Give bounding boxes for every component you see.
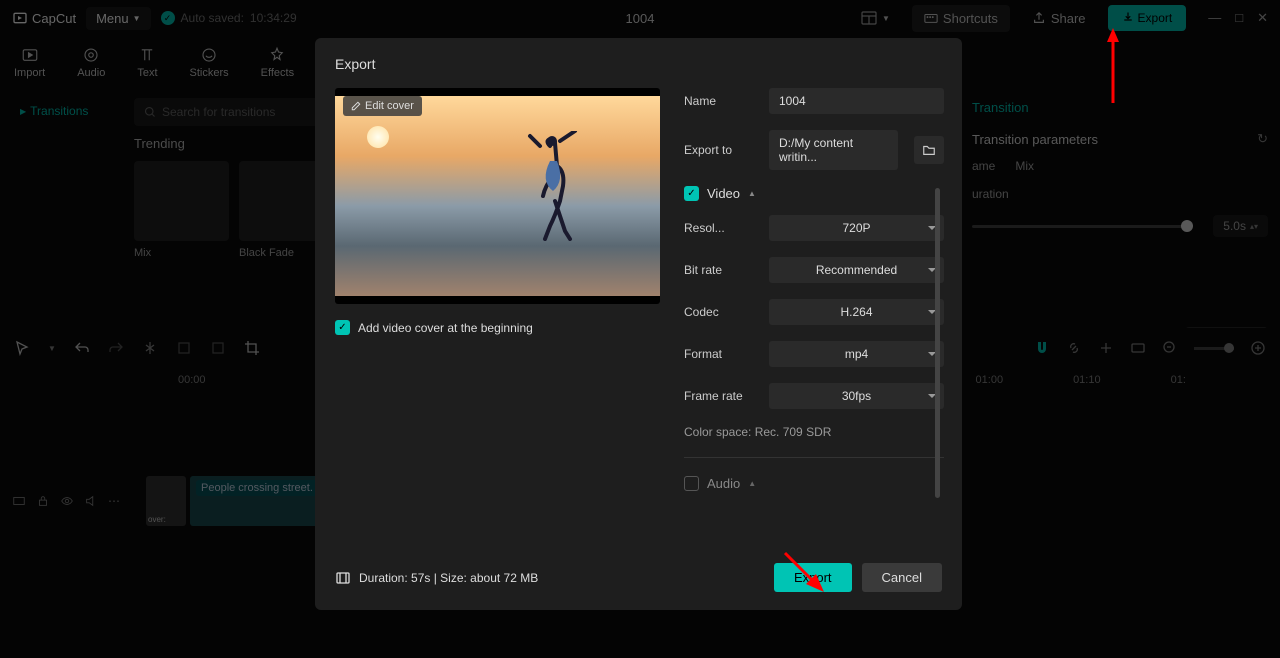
dialog-title: Export: [335, 56, 942, 72]
pencil-icon: [351, 101, 361, 111]
scrollbar[interactable]: [935, 188, 940, 498]
audio-checkbox[interactable]: [684, 476, 699, 491]
export-dialog: Export Edit cover ✓ Add video cover at t…: [315, 38, 962, 610]
export-info: Duration: 57s | Size: about 72 MB: [335, 570, 538, 586]
framerate-label: Frame rate: [684, 389, 759, 403]
add-cover-label: Add video cover at the beginning: [358, 321, 533, 335]
film-icon: [335, 570, 351, 586]
resolution-label: Resol...: [684, 221, 759, 235]
add-cover-checkbox[interactable]: ✓: [335, 320, 350, 335]
framerate-select[interactable]: 30fps: [769, 383, 944, 409]
bitrate-select[interactable]: Recommended: [769, 257, 944, 283]
audio-section-label: Audio: [707, 476, 740, 491]
colorspace-info: Color space: Rec. 709 SDR: [684, 425, 944, 439]
export-to-label: Export to: [684, 143, 759, 157]
codec-select[interactable]: H.264: [769, 299, 944, 325]
name-label: Name: [684, 94, 759, 108]
video-preview: Edit cover: [335, 88, 660, 304]
resolution-select[interactable]: 720P: [769, 215, 944, 241]
edit-cover-button[interactable]: Edit cover: [343, 96, 422, 116]
folder-icon: [922, 143, 936, 157]
cancel-button[interactable]: Cancel: [862, 563, 942, 592]
video-section-label: Video: [707, 186, 740, 201]
codec-label: Codec: [684, 305, 759, 319]
video-checkbox[interactable]: ✓: [684, 186, 699, 201]
format-label: Format: [684, 347, 759, 361]
format-select[interactable]: mp4: [769, 341, 944, 367]
browse-folder-button[interactable]: [914, 136, 944, 164]
export-path: D:/My content writin...: [769, 130, 898, 170]
name-input[interactable]: [769, 88, 944, 114]
bitrate-label: Bit rate: [684, 263, 759, 277]
